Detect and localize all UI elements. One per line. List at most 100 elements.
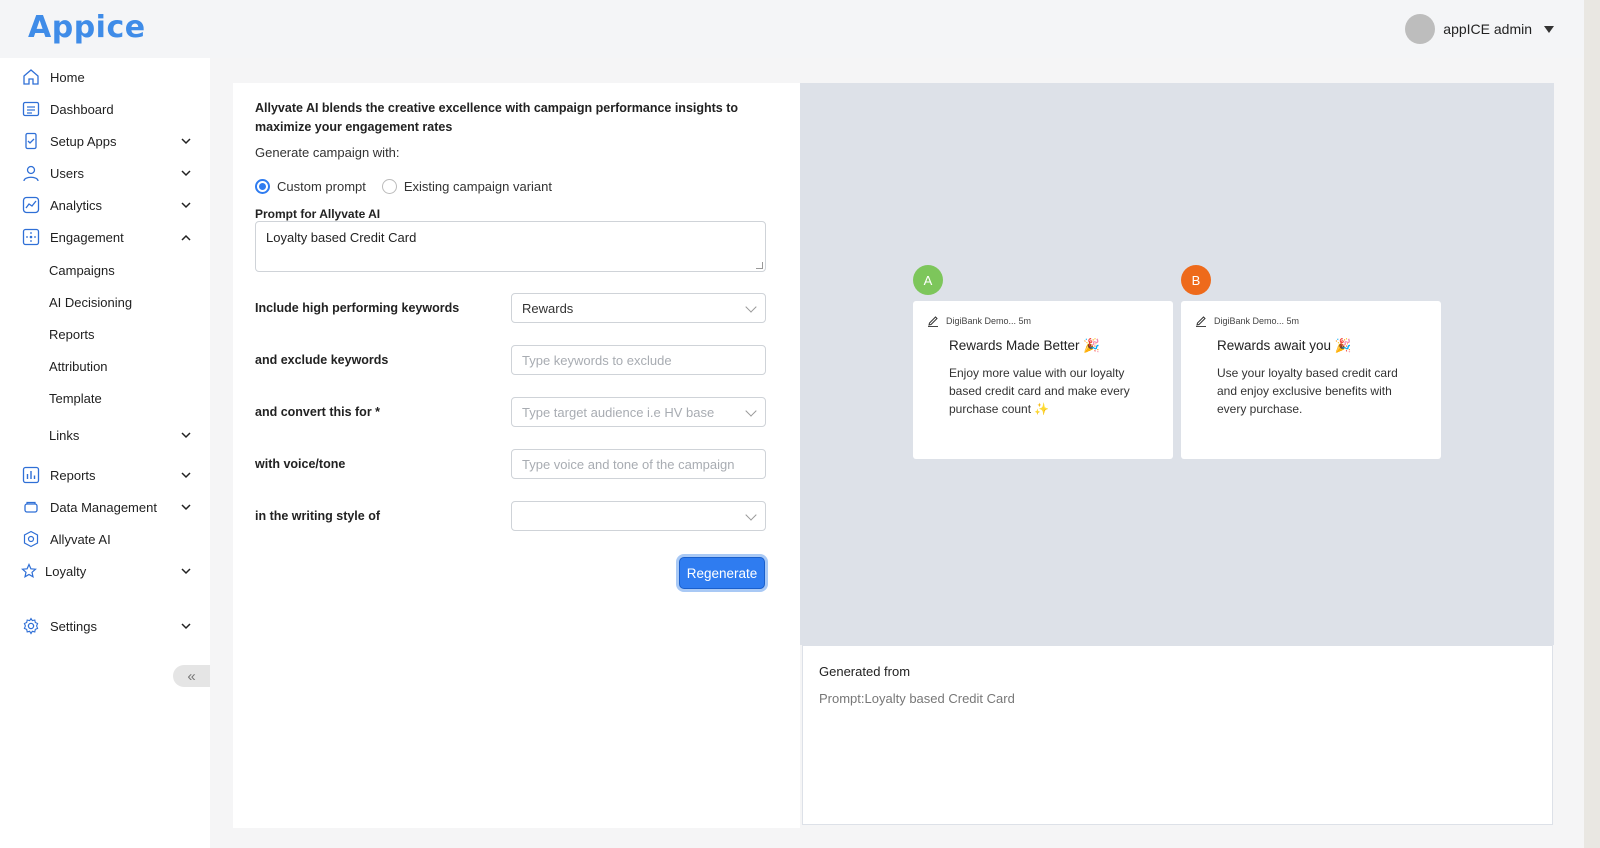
existing-variant-label[interactable]: Existing campaign variant: [404, 179, 552, 194]
sidebar-subitem-links[interactable]: Links: [0, 422, 210, 448]
sidebar-item-engagement[interactable]: Engagement: [0, 224, 210, 250]
target-audience-placeholder: Type target audience i.e HV base: [522, 404, 715, 420]
existing-variant-radio[interactable]: [381, 179, 397, 194]
database-icon: [22, 498, 40, 516]
variant-title: Rewards Made Better 🎉: [949, 338, 1101, 353]
sidebar-item-label: Home: [50, 69, 85, 85]
chevron-down-icon[interactable]: [180, 469, 192, 481]
chevron-down-icon[interactable]: [180, 620, 192, 632]
avatar[interactable]: [1405, 14, 1436, 44]
chevron-down-icon[interactable]: [180, 167, 192, 179]
setup-apps-icon: [22, 132, 40, 150]
sidebar-subitem-ai-decisioning[interactable]: AI Decisioning: [49, 295, 132, 310]
chevron-down-icon[interactable]: [180, 565, 192, 577]
variant-a-card[interactable]: DigiBank Demo... 5m Rewards Made Better …: [913, 301, 1173, 459]
variant-body: Enjoy more value with our loyalty based …: [949, 366, 1130, 416]
user-menu[interactable]: appICE admin: [1405, 14, 1554, 44]
exclude-keywords-placeholder: Type keywords to exclude: [522, 352, 672, 368]
sidebar-item-loyalty[interactable]: Loyalty: [0, 558, 210, 584]
chevron-down-icon[interactable]: [180, 501, 192, 513]
sidebar-item-users[interactable]: Users: [0, 160, 210, 186]
sidebar-item-label: Setup Apps: [50, 133, 117, 149]
include-keywords-select[interactable]: Rewards: [511, 293, 766, 323]
sidebar-item-analytics[interactable]: Analytics: [0, 192, 210, 218]
sidebar-item-dashboard[interactable]: Dashboard: [0, 96, 210, 122]
sidebar-subitem-attribution[interactable]: Attribution: [49, 359, 108, 374]
sidebar-item-allyvate-ai[interactable]: Allyvate AI: [0, 526, 210, 552]
custom-prompt-radio[interactable]: [255, 179, 270, 194]
sidebar-item-label: Reports: [50, 467, 96, 483]
chevron-down-icon: [745, 301, 757, 313]
sidebar-subitem-campaigns[interactable]: Campaigns: [49, 263, 115, 278]
variant-meta: DigiBank Demo... 5m: [927, 315, 1031, 327]
exclude-keywords-input[interactable]: Type keywords to exclude: [511, 345, 766, 375]
variant-b-card[interactable]: DigiBank Demo... 5m Rewards await you 🎉 …: [1181, 301, 1441, 459]
generated-from-prompt: Prompt:Loyalty based Credit Card: [819, 691, 1015, 706]
user-icon: [22, 164, 40, 182]
target-audience-label: and convert this for *: [255, 405, 381, 419]
prompt-label: Prompt for Allyvate AI: [255, 207, 381, 221]
top-header: Appice appICE admin: [0, 0, 1600, 58]
chevron-down-icon[interactable]: [180, 135, 192, 147]
star-icon: [20, 562, 38, 580]
sidebar-item-label: Allyvate AI: [50, 531, 111, 547]
caret-down-icon[interactable]: [1544, 25, 1554, 33]
writing-style-select[interactable]: [511, 501, 766, 531]
variant-title: Rewards await you 🎉: [1217, 338, 1352, 353]
edit-pencil-icon[interactable]: [927, 315, 939, 327]
sidebar-item-label: Settings: [50, 618, 97, 634]
variant-preview-area: A DigiBank Demo... 5m Rewards Made Bette…: [800, 83, 1554, 645]
chevron-down-icon[interactable]: [180, 199, 192, 211]
variant-b-badge: B: [1181, 265, 1211, 295]
sidebar-item-label: Dashboard: [50, 101, 114, 117]
page-scrollbar[interactable]: [1584, 0, 1600, 848]
engagement-icon: [22, 228, 40, 246]
sidebar-item-data-management[interactable]: Data Management: [0, 494, 210, 520]
gear-icon: [22, 617, 40, 635]
app-logo[interactable]: Appice: [28, 10, 146, 45]
sidebar-item-label: Engagement: [50, 229, 124, 245]
home-icon: [22, 68, 40, 86]
variant-a-badge: A: [913, 265, 943, 295]
edit-pencil-icon[interactable]: [1195, 315, 1207, 327]
intro-text: Allyvate AI blends the creative excellen…: [255, 101, 739, 134]
sidebar-subitem-template[interactable]: Template: [49, 391, 102, 406]
generate-with-label: Generate campaign with:: [255, 145, 400, 160]
include-keywords-value: Rewards: [522, 300, 574, 316]
variant-meta: DigiBank Demo... 5m: [1195, 315, 1299, 327]
prompt-textarea[interactable]: Loyalty based Credit Card: [255, 221, 766, 272]
campaign-form-panel: Allyvate AI blends the creative excellen…: [233, 83, 800, 828]
target-audience-select[interactable]: Type target audience i.e HV base: [511, 397, 766, 427]
sidebar-item-reports[interactable]: Reports: [0, 462, 210, 488]
sidebar-item-label: Links: [49, 427, 80, 443]
voice-tone-input[interactable]: Type voice and tone of the campaign: [511, 449, 766, 479]
variant-body: Use your loyalty based credit card and e…: [1217, 366, 1398, 416]
chevron-down-icon: [745, 405, 757, 417]
voice-tone-label: with voice/tone: [255, 457, 346, 471]
sidebar-item-label: Analytics: [50, 197, 103, 213]
generation-mode-radio-group: Custom prompt Existing campaign variant: [255, 179, 568, 194]
collapse-sidebar-button[interactable]: «: [173, 665, 210, 687]
sidebar: Home Dashboard Setup Apps Users Analytic…: [0, 58, 210, 848]
dashboard-icon: [22, 100, 40, 118]
chevron-down-icon[interactable]: [180, 429, 192, 441]
sidebar-subitem-reports[interactable]: Reports: [49, 327, 95, 342]
generated-from-panel: Generated from Prompt:Loyalty based Cred…: [802, 645, 1553, 825]
sidebar-item-label: Users: [50, 165, 84, 181]
sidebar-item-setup-apps[interactable]: Setup Apps: [0, 128, 210, 154]
sidebar-item-home[interactable]: Home: [0, 64, 210, 90]
sidebar-item-settings[interactable]: Settings: [0, 613, 210, 639]
analytics-icon: [22, 196, 40, 214]
regenerate-button[interactable]: Regenerate: [679, 557, 765, 589]
user-name[interactable]: appICE admin: [1443, 21, 1532, 37]
voice-tone-placeholder: Type voice and tone of the campaign: [522, 456, 735, 472]
ai-icon: [22, 530, 40, 548]
custom-prompt-label[interactable]: Custom prompt: [277, 179, 366, 194]
prompt-value: Loyalty based Credit Card: [266, 230, 417, 245]
resize-handle-icon[interactable]: [756, 262, 763, 269]
include-keywords-label: Include high performing keywords: [255, 301, 460, 315]
sidebar-item-label: Loyalty: [45, 563, 87, 579]
generated-from-title: Generated from: [819, 664, 911, 679]
chevron-up-icon[interactable]: [180, 231, 192, 243]
chevron-down-icon: [745, 509, 757, 521]
